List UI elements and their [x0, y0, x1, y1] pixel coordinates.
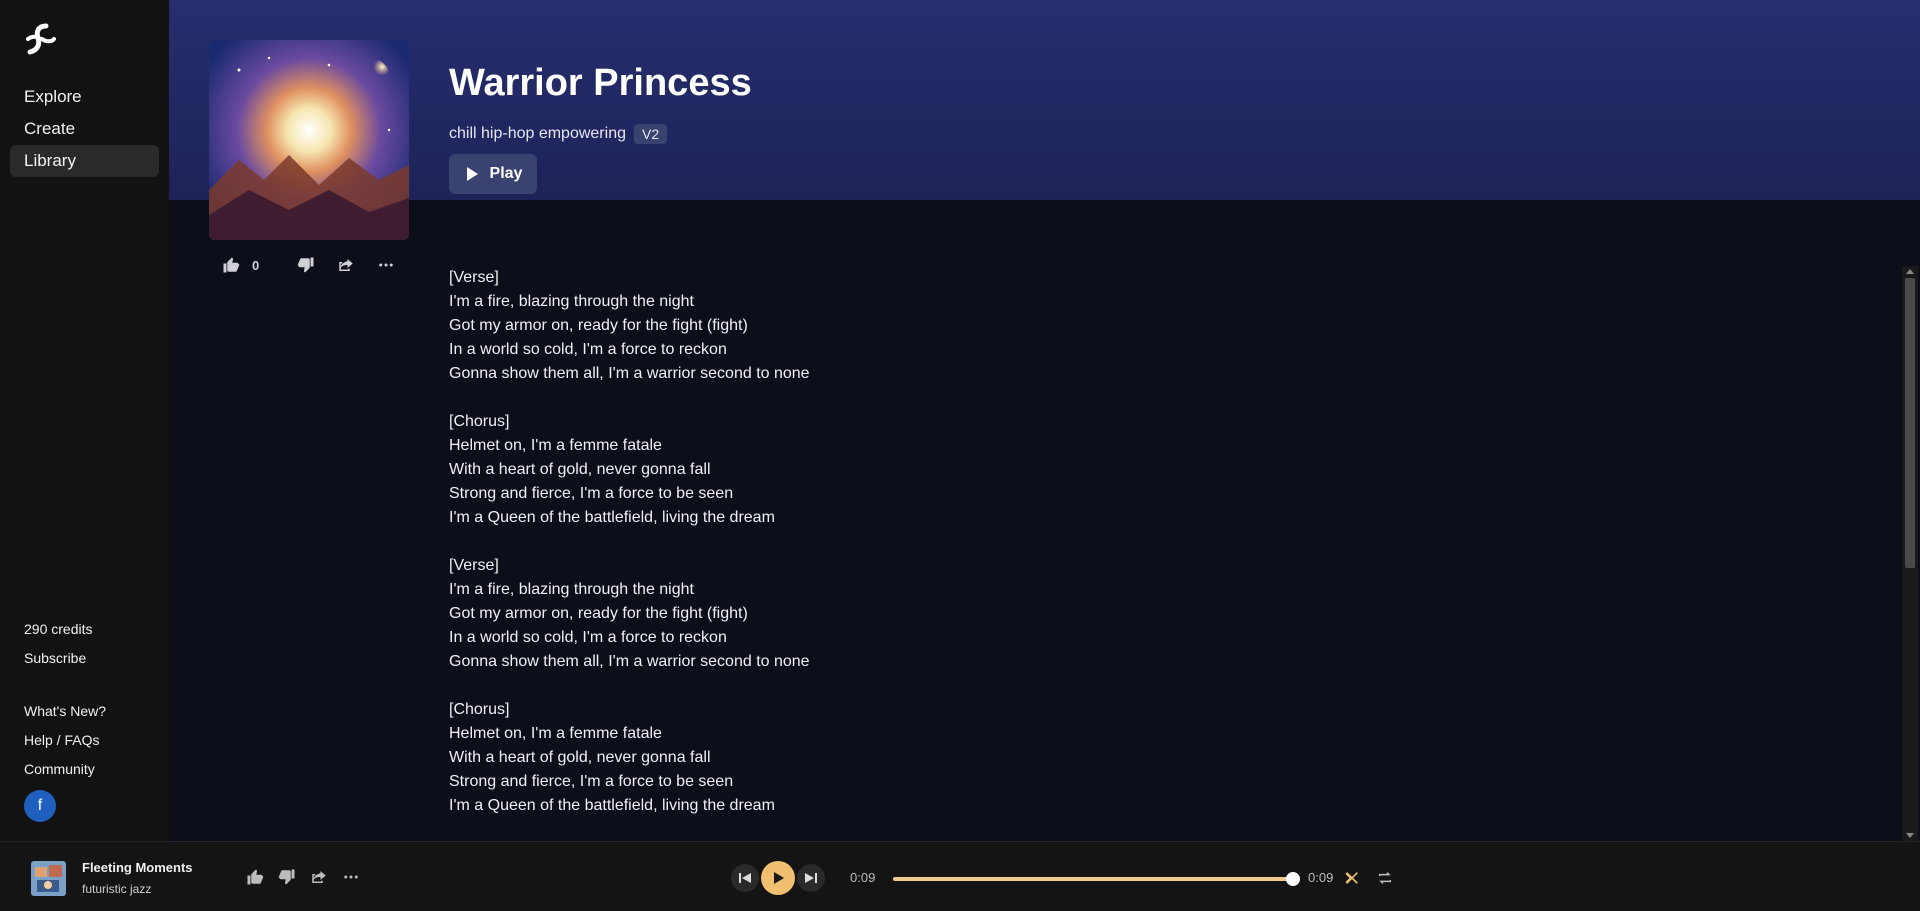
- progress-handle[interactable]: [1286, 872, 1300, 886]
- lyric-line: Got my armor on, ready for the fight (fi…: [449, 317, 748, 334]
- sidebar-item-create[interactable]: Create: [10, 113, 159, 145]
- help-faqs-link[interactable]: Help / FAQs: [24, 726, 106, 755]
- next-track-button[interactable]: [797, 864, 825, 892]
- lyric-line: Strong and fierce, I'm a force to be see…: [449, 773, 734, 790]
- progress-fill: [893, 877, 1293, 881]
- lyrics-blank-line: [449, 386, 810, 410]
- ellipsis-icon: [379, 263, 393, 267]
- credits-label: 290 credits: [24, 621, 93, 637]
- lyric-line: [Chorus]: [449, 701, 510, 718]
- previous-track-button[interactable]: [731, 864, 759, 892]
- subscribe-link[interactable]: Subscribe: [24, 644, 106, 673]
- lyric-line: I'm a fire, blazing through the night: [449, 581, 694, 598]
- player-actions: [246, 868, 360, 886]
- elapsed-time: 0:09: [850, 870, 876, 885]
- shuffle-icon[interactable]: [1344, 870, 1360, 886]
- lyric-line: [Verse]: [449, 557, 499, 574]
- song-actions: 0: [222, 256, 395, 274]
- lyric-line: Gonna show them all, I'm a warrior secon…: [449, 653, 810, 670]
- sidebar-footer: 290 credits Subscribe What's New? Help /…: [24, 615, 106, 822]
- ellipsis-icon[interactable]: [342, 868, 360, 886]
- play-button[interactable]: Play: [449, 154, 537, 194]
- like-count: 0: [252, 257, 260, 273]
- skip-back-icon: [739, 873, 751, 883]
- lyric-line: With a heart of gold, never gonna fall: [449, 749, 711, 766]
- play-button-label: Play: [489, 165, 523, 182]
- app-logo-icon[interactable]: [24, 22, 58, 56]
- like-button[interactable]: [222, 256, 240, 274]
- dislike-button[interactable]: [297, 256, 315, 274]
- lyric-line: In a world so cold, I'm a force to recko…: [449, 629, 727, 646]
- lyrics-scrollbar[interactable]: [1902, 266, 1918, 841]
- song-tags[interactable]: chill hip-hop empowering: [449, 125, 626, 143]
- facebook-letter: f: [37, 797, 43, 814]
- now-playing-cover[interactable]: [31, 861, 66, 896]
- community-link[interactable]: Community: [24, 755, 106, 784]
- repeat-icon[interactable]: [1377, 870, 1393, 886]
- thumbs-down-icon: [297, 257, 314, 273]
- player-play-button[interactable]: [761, 861, 795, 895]
- share-icon[interactable]: [310, 868, 328, 886]
- lyric-line: [Verse]: [449, 269, 499, 286]
- song-tags-row: chill hip-hop empowering V2: [449, 124, 668, 144]
- lyric-line: I'm a Queen of the battlefield, living t…: [449, 797, 775, 814]
- total-time: 0:09: [1308, 870, 1334, 885]
- share-icon: [339, 259, 353, 271]
- now-playing-tags: futuristic jazz: [82, 882, 152, 896]
- play-icon: [774, 872, 784, 884]
- lyric-line: With a heart of gold, never gonna fall: [449, 461, 711, 478]
- song-title: Warrior Princess: [449, 62, 752, 104]
- more-options-button[interactable]: [377, 256, 395, 274]
- lyric-line: In a world so cold, I'm a force to recko…: [449, 341, 727, 358]
- song-cover-art: [209, 40, 409, 240]
- sidebar-item-library[interactable]: Library: [10, 145, 159, 177]
- thumbs-down-icon[interactable]: [278, 868, 296, 886]
- version-badge: V2: [633, 124, 668, 144]
- now-playing-title[interactable]: Fleeting Moments: [82, 860, 193, 875]
- scroll-down-icon[interactable]: [1906, 833, 1914, 838]
- scroll-up-icon[interactable]: [1906, 269, 1914, 274]
- lyric-line: I'm a fire, blazing through the night: [449, 293, 694, 310]
- lyric-line: Helmet on, I'm a femme fatale: [449, 725, 662, 742]
- lyric-line: [Chorus]: [449, 413, 510, 430]
- sidebar-item-explore[interactable]: Explore: [10, 81, 159, 113]
- sidebar-nav: Explore Create Library: [10, 81, 159, 177]
- header-band: [169, 0, 1920, 200]
- lyrics-body: [Verse] I'm a fire, blazing through the n…: [449, 266, 810, 818]
- scrollbar-thumb[interactable]: [1905, 278, 1915, 568]
- lyric-line: Gonna show them all, I'm a warrior secon…: [449, 365, 810, 382]
- lyrics-blank-line: [449, 530, 810, 554]
- lyric-line: Got my armor on, ready for the fight (fi…: [449, 605, 748, 622]
- whats-new-link[interactable]: What's New?: [24, 697, 106, 726]
- facebook-icon[interactable]: f: [24, 790, 56, 822]
- thumbs-up-icon: [223, 257, 240, 273]
- share-button[interactable]: [337, 256, 355, 274]
- sidebar: Explore Create Library 290 credits Subscri…: [0, 0, 169, 841]
- lyric-line: Helmet on, I'm a femme fatale: [449, 437, 662, 454]
- lyric-line: I'm a Queen of the battlefield, living t…: [449, 509, 775, 526]
- progress-bar[interactable]: [893, 872, 1300, 886]
- thumbs-up-icon[interactable]: [246, 868, 264, 886]
- lyric-line: Strong and fierce, I'm a force to be see…: [449, 485, 734, 502]
- play-icon: [466, 167, 478, 181]
- player-bar: Fleeting Moments futuristic jazz 0:09 0:…: [0, 841, 1920, 911]
- skip-forward-icon: [805, 873, 817, 883]
- lyrics-blank-line: [449, 674, 810, 698]
